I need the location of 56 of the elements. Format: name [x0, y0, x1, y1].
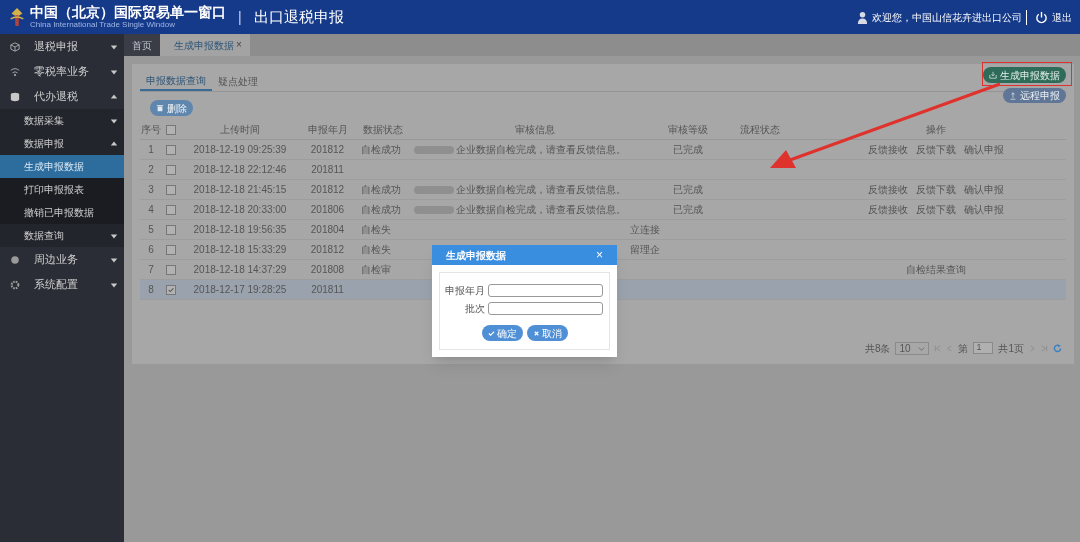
column-header: 申报年月	[307, 123, 348, 137]
welcome-text: 欢迎您，中国山信花卉进出口公司	[872, 9, 1027, 25]
total-count: 共8条	[864, 341, 891, 356]
table-cell-text: 已完成	[672, 203, 703, 217]
header-separator: |	[238, 7, 242, 27]
table-cell-text: 201804	[310, 223, 345, 237]
table-cell-text: 201812	[310, 243, 345, 257]
table-cell-text: 2018-12-17 19:28:25	[193, 283, 287, 297]
table-cell-text: 201811	[311, 163, 344, 177]
table-cell-text: 2	[148, 163, 154, 177]
column-header: 数据状态	[362, 123, 403, 137]
table-cell-text: 2018-12-18 14:37:29	[193, 263, 287, 277]
table-cell-text: 自检失	[361, 223, 391, 237]
table-cell-text: 201812	[310, 183, 345, 197]
table-cell-text: 201808	[310, 263, 345, 277]
table-cell-text: 自检失	[361, 243, 391, 257]
table-cell-text: 5	[148, 223, 154, 237]
column-header: 序号	[141, 123, 161, 137]
table-cell-text: 立连接	[630, 223, 660, 237]
table-cell-text: 2018-12-18 21:45:15	[193, 183, 287, 197]
page-label: 第	[958, 341, 969, 356]
column-header: 审核等级	[667, 123, 708, 137]
table-cell-text: 3	[148, 183, 154, 197]
table-cell-text: 自检审	[361, 263, 391, 277]
table-cell-text: 201812	[310, 143, 345, 157]
dialog-title: 生成申报数据	[446, 248, 506, 263]
column-header: 审核信息	[515, 123, 555, 137]
site-title: 中国（北京）国际贸易单一窗口	[30, 5, 226, 19]
table-cell-text: 4	[148, 203, 154, 217]
table-cell-text: 2018-12-19 09:25:39	[193, 143, 287, 157]
table-cell-text: 2018-12-18 15:33:29	[193, 243, 287, 257]
site-subtitle: China International Trade Single Window	[30, 21, 176, 29]
column-header: 流程状态	[740, 123, 780, 137]
table-cell-text: 自检成功	[361, 203, 401, 217]
field-label: 申报年月	[444, 284, 486, 298]
table-cell-text: 留理企	[630, 243, 660, 257]
table-cell-text: 企业数据自检完成，请查看反馈信息。	[456, 143, 626, 157]
table-cell-text: 已完成	[672, 183, 703, 197]
table-cell-text: 2018-12-18 22:12:46	[193, 163, 287, 177]
table-cell-text: 企业数据自检完成，请查看反馈信息。	[456, 183, 626, 197]
table-cell-text: 1	[148, 143, 154, 157]
table-cell-text: 8	[148, 283, 154, 297]
module-title: 出口退税申报	[253, 6, 344, 27]
column-header: 操作	[925, 123, 946, 137]
table-cell-text: 201806	[310, 203, 345, 217]
field-label: 批次	[464, 302, 486, 316]
page-count: 共1页	[998, 341, 1024, 356]
table-cell-text: 已完成	[672, 143, 703, 157]
table-cell-text: 自检成功	[361, 183, 401, 197]
table-cell-text: 自检成功	[361, 143, 401, 157]
table-cell-text: 201811	[311, 283, 344, 297]
table-cell-text: 7	[148, 263, 154, 277]
table-cell-text: 6	[148, 243, 154, 257]
table-cell-text: 2018-12-18 20:33:00	[193, 203, 287, 217]
table-cell-text: 2018-12-18 19:56:35	[193, 223, 287, 237]
table-cell-text: 企业数据自检完成，请查看反馈信息。	[456, 203, 626, 217]
